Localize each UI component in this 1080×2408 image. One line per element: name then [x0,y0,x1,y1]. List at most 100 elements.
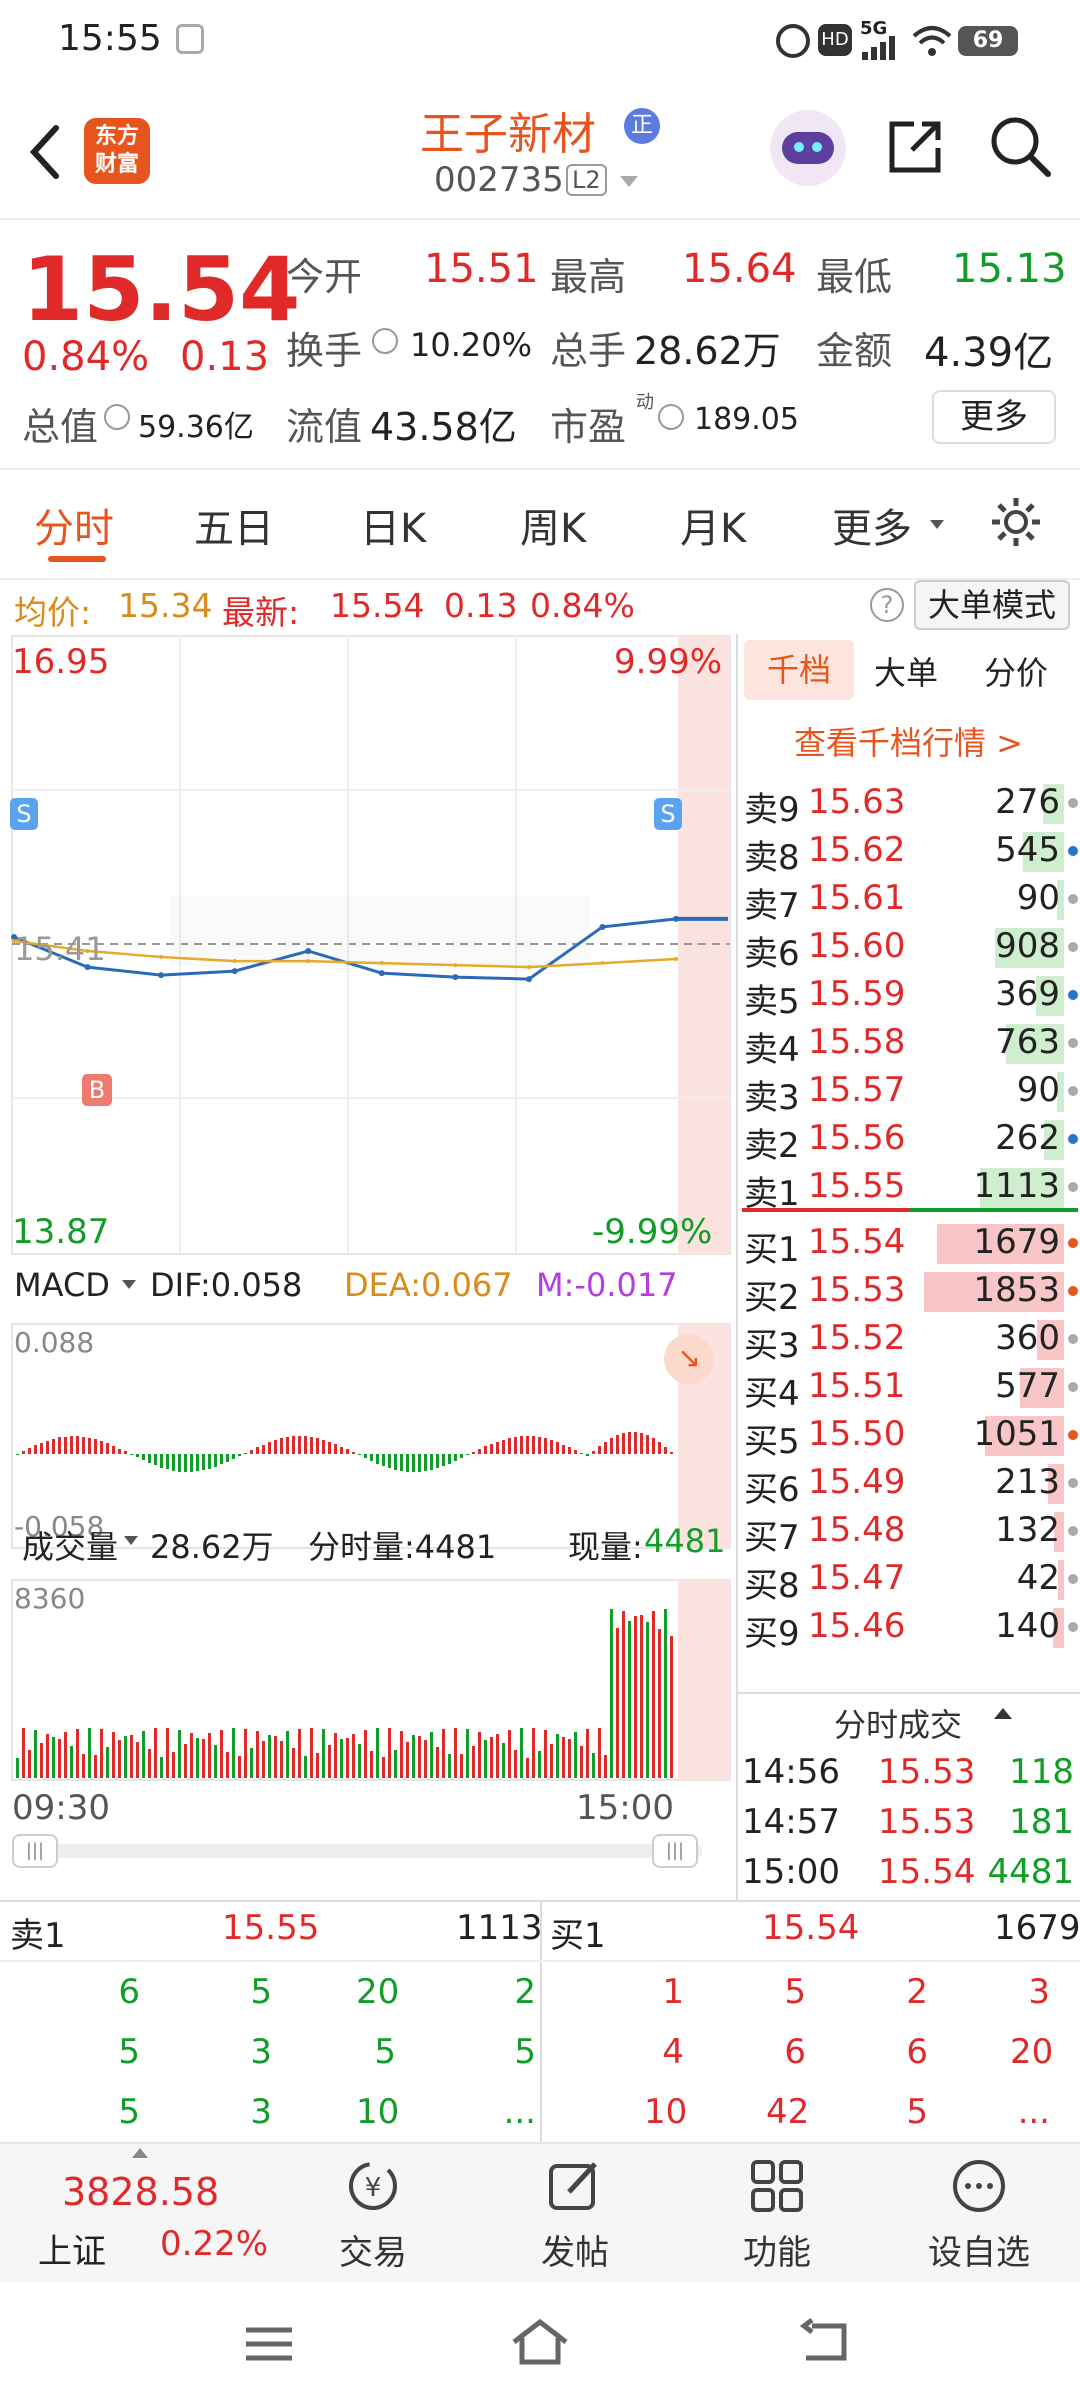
hd-icon: HD [818,24,852,56]
chevron-down-icon[interactable] [930,520,944,529]
share-icon[interactable] [884,116,946,178]
info-icon[interactable] [658,404,684,430]
bid-row[interactable]: 买5 15.50 1051 [738,1414,1080,1462]
bid-row[interactable]: 买7 15.48 132 [738,1510,1080,1558]
volume-bar [334,1733,337,1778]
macd-bar [352,1452,355,1454]
volume-bar [490,1737,493,1778]
expand-icon[interactable]: ↘ [664,1334,714,1384]
index-name[interactable]: 上证 [38,2224,106,2273]
ask-row[interactable]: 卖6 15.60 908 [738,926,1080,974]
ask-row[interactable]: 卖1 15.55 1113 [738,1166,1080,1214]
quote-panel: 15.54 0.84% 0.13 总值 59.36亿 今开 15.51 最高 1… [0,220,1080,470]
macd-selector[interactable]: MACD [14,1266,110,1304]
chevron-down-icon[interactable] [124,1536,138,1545]
volume-bar [166,1728,169,1778]
assistant-avatar[interactable] [770,110,846,186]
volume-selector[interactable]: 成交量 [22,1522,118,1568]
bid-row[interactable]: 买2 15.53 1853 [738,1270,1080,1318]
scroll-handle-left[interactable]: ||| [12,1834,58,1868]
volume-bar [250,1748,253,1778]
trade-price: 15.53 [878,1752,976,1792]
chevron-down-icon[interactable] [620,176,638,187]
stock-name[interactable]: 王子新材 [420,98,596,162]
tab-intraday[interactable]: 分时 [34,496,114,554]
ask-row[interactable]: 卖3 15.57 90 [738,1070,1080,1118]
buy-marker[interactable]: B [82,1074,112,1106]
ask-dot [1068,798,1078,808]
gear-icon[interactable] [988,494,1044,550]
macd-bar [58,1437,61,1454]
sell-marker[interactable]: S [10,798,38,830]
function-button[interactable]: 功能 [712,2144,842,2284]
volume-bar [562,1737,565,1778]
ask-label: 卖5 [744,982,800,1022]
trades-title[interactable]: 分时成交 [834,1700,962,1746]
sell-marker[interactable]: S [654,798,682,830]
macd-bar [148,1454,151,1463]
bid-row[interactable]: 买4 15.51 577 [738,1366,1080,1414]
bid-row[interactable]: 买8 15.47 42 [738,1558,1080,1606]
back-icon[interactable] [798,2318,850,2366]
ask-row[interactable]: 卖9 15.63 276 [738,782,1080,830]
help-icon[interactable]: ? [870,588,904,622]
index-value[interactable]: 3828.58 [62,2170,219,2214]
tick-buy-item: 4 [662,2032,684,2072]
back-arrow-icon[interactable] [24,122,64,182]
bid-dot [1068,1526,1078,1536]
add-watchlist-button[interactable]: 设自选 [914,2144,1044,2284]
view-thousand-link[interactable]: 查看千档行情 > [794,718,1023,764]
ask-row[interactable]: 卖7 15.61 90 [738,878,1080,926]
chevron-up-icon[interactable] [994,1708,1012,1719]
chevron-down-icon[interactable] [122,1280,136,1289]
ask-row[interactable]: 卖8 15.62 545 [738,830,1080,878]
info-icon[interactable] [104,404,130,430]
bid-label: 买2 [744,1278,800,1318]
volume-current: 分时量:4481 [308,1528,497,1566]
bid-label: 买6 [744,1470,800,1510]
volume-bar [454,1728,457,1778]
macd-bar [292,1436,295,1454]
mktcap-label: 总值 [22,405,99,449]
big-order-mode-button[interactable]: 大单模式 [914,580,1070,630]
volume-bar [502,1743,505,1778]
macd-bar [172,1454,175,1471]
volume-bar [466,1729,469,1778]
ask-row[interactable]: 卖2 15.56 262 [738,1118,1080,1166]
tab-more[interactable]: 更多 [832,496,912,554]
index-percent[interactable]: 0.22% [160,2224,268,2264]
bid-row[interactable]: 买6 15.49 213 [738,1462,1080,1510]
ask-volume: 369 [995,974,1060,1014]
menu-icon[interactable] [244,2322,294,2366]
home-icon[interactable] [510,2316,570,2366]
bid-row[interactable]: 买1 15.54 1679 [738,1222,1080,1270]
info-icon[interactable] [372,328,398,354]
post-button[interactable]: 发帖 [510,2144,640,2284]
chevron-up-icon[interactable] [132,2148,148,2158]
tab-thousand-level[interactable]: 千档 [744,640,854,700]
scroll-handle-right[interactable]: ||| [652,1834,698,1868]
tab-big-order[interactable]: 大单 [874,648,938,694]
tab-price-dist[interactable]: 分价 [984,648,1048,694]
search-icon[interactable] [988,114,1052,178]
bid-row[interactable]: 买9 15.46 140 [738,1606,1080,1654]
volume-bar [670,1636,673,1778]
ask-label: 卖9 [744,790,800,830]
volume-bar [610,1609,613,1778]
intraday-chart[interactable]: 16.95 9.99% 15.41 13.87 -9.99% S S B MAC… [0,634,736,1900]
tab-weekly-k[interactable]: 周K [520,496,586,554]
bid-row[interactable]: 买3 15.52 360 [738,1318,1080,1366]
tab-monthly-k[interactable]: 月K [680,496,746,554]
trade-button[interactable]: ¥ 交易 [308,2144,438,2284]
volume-bar [238,1756,241,1778]
macd-bar [628,1432,631,1454]
pe-value: 189.05 [694,402,799,437]
macd-bar [340,1447,343,1454]
tab-daily-k[interactable]: 日K [360,496,426,554]
more-button[interactable]: 更多 [932,390,1056,444]
tab-five-day[interactable]: 五日 [194,496,274,554]
level-badge[interactable]: L2 [566,164,607,196]
macd-bar [556,1442,559,1454]
ask-row[interactable]: 卖5 15.59 369 [738,974,1080,1022]
ask-row[interactable]: 卖4 15.58 763 [738,1022,1080,1070]
